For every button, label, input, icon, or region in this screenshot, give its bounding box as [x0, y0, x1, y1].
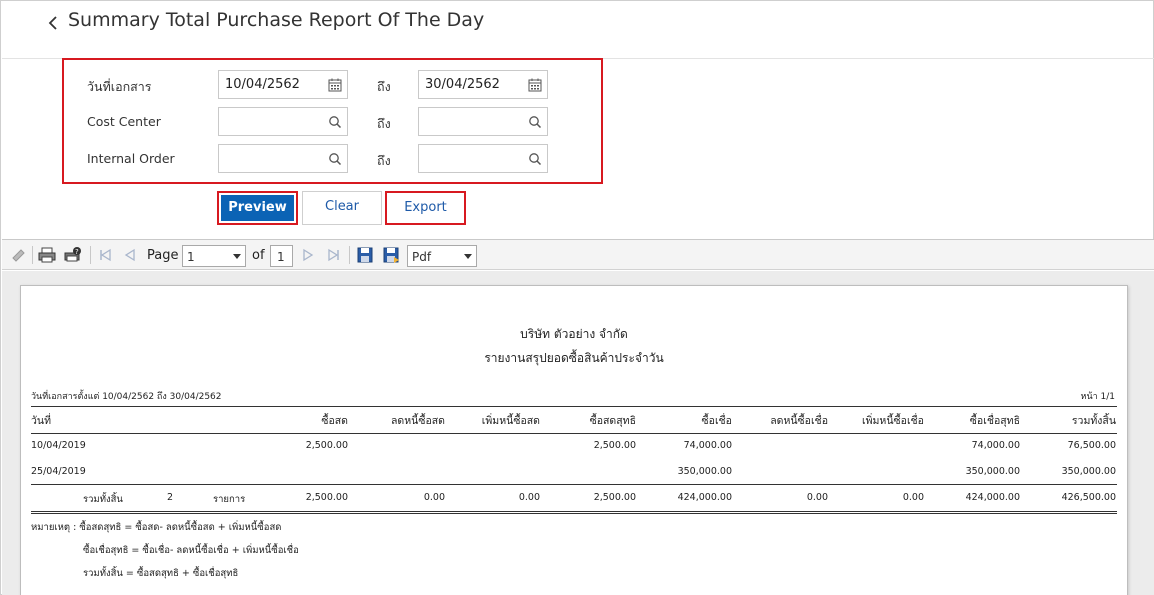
- of-label: of: [252, 248, 265, 263]
- search-icon[interactable]: [328, 152, 342, 166]
- total-cell: 0.00: [902, 492, 924, 503]
- table-cell: 350,000.00: [965, 466, 1020, 477]
- column-header: ซื้อเชื่อ: [701, 415, 732, 427]
- total-cell: 424,000.00: [965, 492, 1020, 503]
- total-bottom-rule: [31, 511, 1117, 512]
- chevron-down-icon: [464, 254, 472, 259]
- header-bottom-rule: [31, 433, 1117, 434]
- export-format-select[interactable]: Pdf: [407, 245, 477, 267]
- header-top-rule: [31, 406, 1117, 407]
- page-select[interactable]: 1: [182, 245, 246, 267]
- report-note-2: ซื้อเชื่อสุทธิ = ซื้อเชื่อ- ลดหนี้ซื้อเช…: [83, 545, 299, 556]
- table-cell: 10/04/2019: [31, 440, 86, 451]
- toolbar-separator: [32, 246, 33, 264]
- total-cell: 424,000.00: [677, 492, 732, 503]
- page-header: Summary Total Purchase Report Of The Day: [2, 1, 1154, 59]
- report-page: บริษัท ตัวอย่าง จำกัด รายงานสรุปยอดซื้อส…: [20, 285, 1128, 595]
- total-cell: 0.00: [806, 492, 828, 503]
- first-page-icon[interactable]: [96, 246, 114, 264]
- total-cell: 0.00: [423, 492, 445, 503]
- doc-date-from-value: 10/04/2562: [225, 77, 300, 92]
- doc-date-to-value: 30/04/2562: [425, 77, 500, 92]
- internal-order-label: Internal Order: [87, 151, 175, 166]
- column-header: วันที่: [31, 415, 51, 427]
- find-icon[interactable]: [10, 246, 28, 264]
- total-pages-value: 1: [277, 250, 285, 264]
- report-date-range: วันที่เอกสารตั้งแต่ 10/04/2562 ถึง 30/04…: [31, 392, 222, 402]
- back-arrow-icon[interactable]: [46, 13, 60, 33]
- report-company: บริษัท ตัวอย่าง จำกัด: [520, 327, 628, 341]
- svg-text:?: ?: [75, 248, 79, 256]
- table-cell: 350,000.00: [677, 466, 732, 477]
- column-header: ซื้อสด: [321, 415, 348, 427]
- chevron-down-icon: [233, 254, 241, 259]
- next-page-icon[interactable]: [299, 246, 317, 264]
- table-cell: 2,500.00: [305, 440, 348, 451]
- calendar-icon[interactable]: [528, 78, 542, 92]
- total-cell: 426,500.00: [1061, 492, 1116, 503]
- calendar-icon[interactable]: [328, 78, 342, 92]
- column-header: ลดหนี้ซื้อเชื่อ: [770, 415, 828, 427]
- table-cell: 350,000.00: [1061, 466, 1116, 477]
- last-page-icon[interactable]: [325, 246, 343, 264]
- internal-order-to-field[interactable]: [418, 144, 548, 173]
- table-cell: 76,500.00: [1067, 440, 1116, 451]
- total-top-rule: [31, 484, 1117, 485]
- app-window: Summary Total Purchase Report Of The Day…: [0, 0, 1154, 595]
- column-header: รวมทั้งสิ้น: [1071, 415, 1116, 427]
- toolbar-separator: [349, 246, 350, 264]
- export-icon[interactable]: [382, 246, 400, 264]
- report-toolbar: ? Page 1 of 1 Pdf: [2, 240, 1154, 270]
- column-header: ซื้อเชื่อสุทธิ: [969, 415, 1020, 427]
- column-header: ซื้อสดสุทธิ: [589, 415, 636, 427]
- total-count: 2: [167, 492, 174, 503]
- page-select-value: 1: [187, 250, 195, 264]
- toolbar-separator: [90, 246, 91, 264]
- cost-center-label: Cost Center: [87, 114, 161, 129]
- table-cell: 74,000.00: [971, 440, 1020, 451]
- export-format-value: Pdf: [412, 250, 432, 264]
- report-viewer: ? Page 1 of 1 Pdf บริษัท ตัวอย่าง จำกัด …: [2, 239, 1154, 595]
- preview-button[interactable]: Preview: [217, 191, 298, 225]
- doc-date-to-label: ถึง: [377, 79, 391, 94]
- report-note-1: หมายเหตุ : ซื้อสดสุทธิ = ซื้อสด- ลดหนี้ซ…: [31, 522, 282, 533]
- total-cell: 0.00: [518, 492, 540, 503]
- column-header: เพิ่มหนี้ซื้อสด: [481, 415, 540, 427]
- report-canvas: บริษัท ตัวอย่าง จำกัด รายงานสรุปยอดซื้อส…: [2, 271, 1154, 595]
- total-cell: 2,500.00: [305, 492, 348, 503]
- doc-date-to-field[interactable]: 30/04/2562: [418, 70, 548, 99]
- table-cell: 2,500.00: [593, 440, 636, 451]
- report-page-number: หน้า 1/1: [1080, 392, 1115, 402]
- total-label: รวมทั้งสิ้น: [83, 494, 123, 505]
- page-label: Page: [147, 248, 179, 263]
- doc-date-from-field[interactable]: 10/04/2562: [218, 70, 348, 99]
- export-button[interactable]: Export: [385, 191, 466, 225]
- total-pages-box: 1: [270, 245, 293, 267]
- report-note-3: รวมทั้งสิ้น = ซื้อสดสุทธิ + ซื้อเชื่อสุท…: [83, 568, 239, 579]
- report-title: รายงานสรุปยอดซื้อสินค้าประจำวัน: [484, 351, 664, 365]
- cost-center-to-label: ถึง: [377, 116, 391, 131]
- total-cell: 2,500.00: [593, 492, 636, 503]
- cost-center-from-field[interactable]: [218, 107, 348, 136]
- table-cell: 25/04/2019: [31, 466, 86, 477]
- search-icon[interactable]: [528, 152, 542, 166]
- column-header: ลดหนี้ซื้อสด: [390, 415, 445, 427]
- table-cell: 74,000.00: [683, 440, 732, 451]
- save-icon[interactable]: [356, 246, 374, 264]
- total-double-rule: [31, 513, 1117, 514]
- column-header: เพิ่มหนี้ซื้อเชื่อ: [862, 415, 924, 427]
- search-icon[interactable]: [328, 115, 342, 129]
- internal-order-from-field[interactable]: [218, 144, 348, 173]
- print-icon[interactable]: [38, 246, 56, 264]
- cost-center-to-field[interactable]: [418, 107, 548, 136]
- previous-page-icon[interactable]: [121, 246, 139, 264]
- clear-button[interactable]: Clear: [302, 191, 382, 225]
- doc-date-label: วันที่เอกสาร: [87, 79, 152, 94]
- total-unit: รายการ: [213, 494, 246, 505]
- print-setup-icon[interactable]: ?: [64, 246, 82, 264]
- search-icon[interactable]: [528, 115, 542, 129]
- page-title: Summary Total Purchase Report Of The Day: [68, 9, 485, 31]
- internal-order-to-label: ถึง: [377, 153, 391, 168]
